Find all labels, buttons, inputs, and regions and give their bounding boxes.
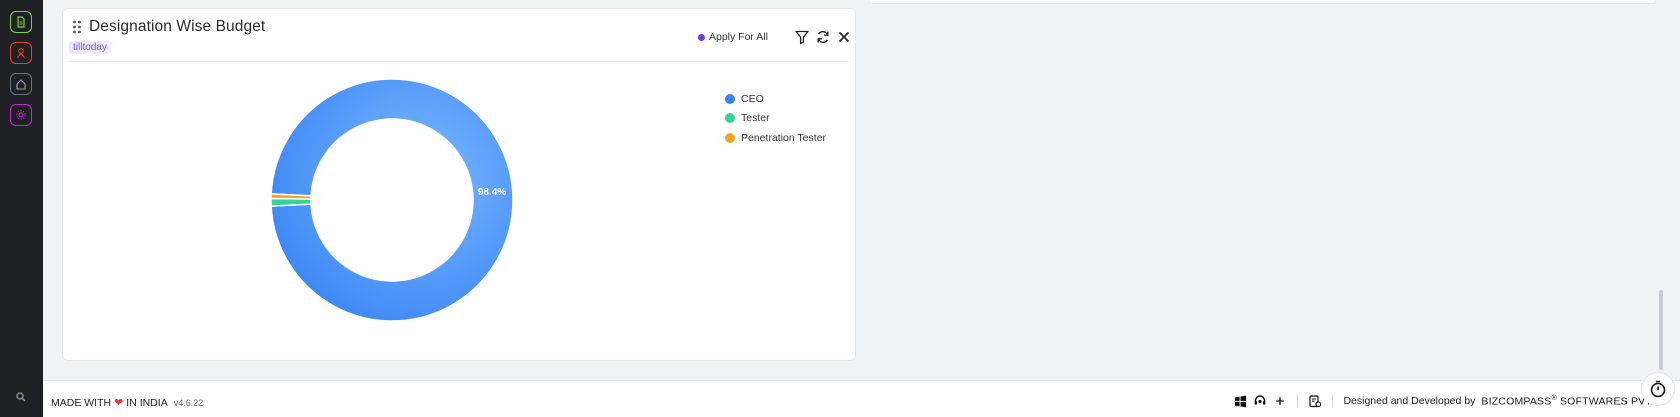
footer-separator	[1297, 394, 1299, 408]
period-tag: tilltoday	[69, 41, 111, 54]
adjacent-widget-edge	[868, 0, 1656, 4]
footer-actions: Designed and Developed by BIZCOMPASS® SO…	[1233, 394, 1652, 408]
heart-icon: ❤	[114, 397, 124, 409]
registered-mark: ®	[1551, 394, 1557, 402]
footer: MADE WITH ❤ IN INDIA v4.6.22 Designed an…	[43, 380, 1680, 417]
legend-item-tester[interactable]: Tester	[725, 109, 826, 129]
footer-credit: MADE WITH ❤ IN INDIA v4.6.22	[51, 396, 204, 410]
clipboard-icon[interactable]	[1308, 394, 1322, 408]
home-icon[interactable]	[10, 73, 32, 95]
designed-by-text: Designed and Developed by	[1343, 395, 1476, 407]
search-icon[interactable]	[10, 386, 32, 408]
chart-legend: CEO Tester Penetration Tester	[725, 89, 826, 148]
recruit-icon[interactable]	[10, 42, 32, 64]
document-icon[interactable]	[10, 11, 32, 33]
made-with-text: MADE WITH	[51, 396, 112, 409]
windows-icon[interactable]	[1233, 394, 1247, 408]
filter-icon[interactable]	[793, 28, 811, 46]
brand-text: BIZCOMPASS	[1481, 395, 1552, 408]
brand-name: BIZCOMPASS® SOFTWARES PVT	[1481, 395, 1652, 408]
add-icon[interactable]	[1273, 394, 1287, 408]
widget-header: Designation Wise Budget tilltoday Apply …	[63, 9, 855, 62]
sidebar	[0, 0, 43, 417]
settings-icon[interactable]	[10, 104, 32, 126]
refresh-icon[interactable]	[814, 28, 832, 46]
legend-item-penetration-tester[interactable]: Penetration Tester	[725, 128, 826, 148]
designation-budget-widget: Designation Wise Budget tilltoday Apply …	[62, 8, 856, 361]
version-text: v4.6.22	[173, 397, 204, 408]
legend-swatch	[725, 113, 735, 124]
apply-for-all-toggle[interactable]: Apply For All	[698, 31, 768, 43]
in-india-text: IN INDIA	[126, 396, 168, 409]
drag-handle-icon[interactable]	[72, 20, 82, 34]
apply-dot-icon	[698, 33, 705, 41]
legend-label: CEO	[741, 92, 764, 105]
main-content: Designation Wise Budget tilltoday Apply …	[43, 0, 1680, 380]
apply-for-all-label: Apply For All	[709, 31, 768, 43]
donut-data-label: 98.4%	[478, 187, 506, 198]
legend-label: Tester	[741, 112, 770, 125]
legend-swatch	[725, 93, 735, 104]
legend-swatch	[725, 132, 735, 143]
legend-label: Penetration Tester	[741, 131, 827, 144]
timer-button[interactable]	[1641, 372, 1675, 406]
support-icon[interactable]	[1253, 394, 1267, 408]
widget-title: Designation Wise Budget	[89, 18, 266, 35]
donut-chart: 98.4%	[270, 78, 514, 322]
close-icon[interactable]	[835, 28, 853, 46]
scrollbar-thumb[interactable]	[1659, 290, 1663, 370]
footer-separator	[1332, 394, 1334, 408]
legend-item-ceo[interactable]: CEO	[725, 89, 826, 109]
stopwatch-icon	[1650, 380, 1666, 398]
brand-suffix: SOFTWARES PVT	[1559, 395, 1652, 408]
